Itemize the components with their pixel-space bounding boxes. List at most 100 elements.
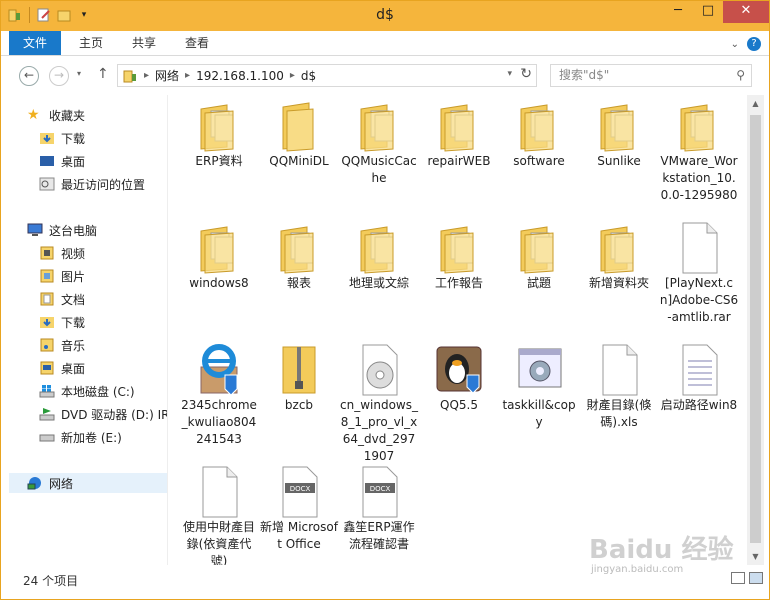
scroll-thumb[interactable] [750, 115, 761, 543]
file-item[interactable]: 使用中財產目錄(依資產代號) [179, 463, 259, 565]
recent-places-icon [39, 177, 55, 191]
tab-view[interactable]: 查看 [171, 31, 223, 55]
file-item[interactable]: VMware_Workstation_10.0.0-1295980 [659, 97, 739, 204]
network-folder-icon [123, 70, 136, 82]
nav-label: 最近访问的位置 [61, 177, 146, 192]
file-item[interactable]: DOCX 新增 Microsoft Office [259, 463, 339, 553]
breadcrumb-host[interactable]: 192.168.1.100 [196, 69, 284, 83]
file-name: software [513, 154, 565, 168]
recent-locations-icon[interactable]: ▾ [77, 69, 81, 78]
file-item[interactable]: 启动路径win8 [659, 341, 739, 414]
dvd-drive-icon [39, 408, 55, 421]
close-button[interactable]: ✕ [723, 1, 769, 23]
file-name: 工作報告 [434, 276, 483, 290]
search-icon: ⚲ [736, 68, 745, 82]
file-item[interactable]: QQ5.5 [419, 341, 499, 414]
file-icon [195, 463, 243, 519]
explorer-window: ▾ d$ ─ □ ✕ 文件 主页 共享 查看 ⌄ ? ← → ▾ ↑ ▸ 网络 … [0, 0, 770, 600]
back-button[interactable]: ← [19, 66, 39, 86]
maximize-button[interactable]: □ [693, 1, 723, 23]
ie-installer-icon [195, 341, 243, 397]
nav-fav-recent[interactable]: 最近访问的位置 [39, 174, 145, 194]
file-item[interactable]: taskkill&copy [499, 341, 579, 431]
file-item[interactable]: DOCX 鑫笙ERP運作流程確認書 [339, 463, 419, 553]
tab-share[interactable]: 共享 [118, 31, 170, 55]
nav-this-pc[interactable]: 这台电脑 [27, 220, 97, 240]
search-input[interactable]: 搜索"d$" ⚲ [550, 64, 752, 87]
file-item[interactable]: 地理或文綜 [339, 219, 419, 292]
file-item[interactable]: ERP資料 [179, 97, 259, 170]
tab-file[interactable]: 文件 [9, 31, 62, 55]
file-item[interactable]: 2345chrome_kwuliao804241543 [179, 341, 259, 448]
file-item[interactable]: 新增資料夾 [579, 219, 659, 292]
help-icon[interactable]: ? [747, 37, 761, 51]
music-folder-icon [40, 338, 54, 352]
file-item[interactable]: 報表 [259, 219, 339, 292]
file-name: ERP資料 [195, 154, 243, 168]
up-button[interactable]: ↑ [97, 66, 109, 82]
nav-fav-downloads[interactable]: 下载 [39, 128, 85, 148]
nav-label: 收藏夹 [49, 108, 86, 123]
nav-label: 本地磁盘 (C:) [61, 384, 135, 399]
scroll-down-arrow[interactable]: ▼ [747, 548, 764, 565]
details-view-icon[interactable] [731, 572, 745, 584]
scroll-up-arrow[interactable]: ▲ [747, 95, 764, 112]
folder-docs-icon [515, 97, 563, 153]
nav-dvd-drive-d[interactable]: DVD 驱动器 (D:) IR [39, 404, 167, 424]
nav-music[interactable]: 音乐 [39, 335, 85, 355]
breadcrumb-network[interactable]: 网络 [155, 67, 179, 84]
address-box[interactable]: ▸ 网络 ▸ 192.168.1.100 ▸ d$ ▾ ↻ [117, 64, 537, 87]
docx-icon: DOCX [275, 463, 323, 519]
title-bar[interactable]: ▾ d$ ─ □ ✕ [1, 1, 769, 31]
vertical-scrollbar[interactable]: ▲ ▼ [747, 95, 764, 565]
file-item[interactable]: QQMiniDL [259, 97, 339, 170]
file-item[interactable]: 試題 [499, 219, 579, 292]
breadcrumb-separator: ▸ [144, 70, 150, 81]
nav-desktop[interactable]: 桌面 [39, 358, 85, 378]
zip-folder-icon [275, 341, 323, 397]
nav-network[interactable]: 网络 [9, 473, 167, 493]
file-item[interactable]: QQMusicCache [339, 97, 419, 187]
nav-videos[interactable]: 视频 [39, 243, 85, 263]
file-item[interactable]: [PlayNext.cn]Adobe-CS6-amtlib.rar [659, 219, 739, 326]
large-icons-view-icon[interactable] [749, 572, 763, 584]
pane-divider[interactable] [167, 95, 168, 565]
disc-icon [355, 341, 403, 397]
file-icon [675, 219, 723, 275]
refresh-button[interactable]: ↻ [520, 66, 532, 82]
nav-documents[interactable]: 文档 [39, 289, 85, 309]
tab-home[interactable]: 主页 [65, 31, 117, 55]
file-name: QQ5.5 [440, 398, 478, 412]
file-item[interactable]: bzcb [259, 341, 339, 414]
forward-button[interactable]: → [49, 66, 69, 86]
chevron-down-icon[interactable]: ⌄ [731, 39, 739, 50]
file-name: 財產目錄(倏碼).xls [586, 398, 652, 429]
breadcrumb-separator: ▸ [185, 70, 191, 81]
file-item[interactable]: 工作報告 [419, 219, 499, 292]
svg-text:DOCX: DOCX [290, 485, 311, 493]
nav-pictures[interactable]: 图片 [39, 266, 85, 286]
nav-label: 桌面 [61, 361, 86, 376]
folder-docs-icon [275, 219, 323, 275]
nav-fav-desktop[interactable]: 桌面 [39, 151, 85, 171]
breadcrumb-separator: ▸ [289, 70, 295, 81]
breadcrumb-share[interactable]: d$ [301, 69, 316, 83]
file-name: VMware_Workstation_10.0.0-1295980 [660, 154, 738, 202]
file-item[interactable]: Sunlike [579, 97, 659, 170]
nav-volume-e[interactable]: 新加卷 (E:) [39, 427, 122, 447]
nav-favorites[interactable]: ★ 收藏夹 [27, 105, 85, 125]
file-item[interactable]: 財產目錄(倏碼).xls [579, 341, 659, 431]
file-item[interactable]: windows8 [179, 219, 259, 292]
downloads-folder-icon [40, 317, 54, 328]
file-item[interactable]: repairWEB [419, 97, 499, 170]
file-item[interactable]: software [499, 97, 579, 170]
file-item[interactable]: cn_windows_8_1_pro_vl_x64_dvd_2971907 [339, 341, 419, 465]
nav-downloads[interactable]: 下载 [39, 312, 85, 332]
nav-local-disk-c[interactable]: 本地磁盘 (C:) [39, 381, 135, 401]
file-list: ERP資料 QQMiniDL QQMusicCache repairWEB softwa… [169, 95, 747, 565]
minimize-button[interactable]: ─ [663, 1, 693, 23]
address-dropdown-icon[interactable]: ▾ [507, 69, 512, 79]
file-icon [595, 341, 643, 397]
pictures-folder-icon [40, 269, 54, 283]
nav-label: 桌面 [61, 154, 86, 169]
